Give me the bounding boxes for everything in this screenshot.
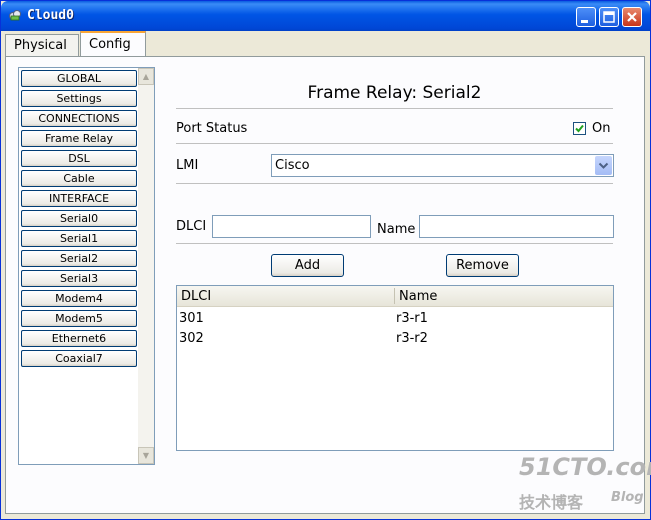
lmi-label: LMI (176, 158, 199, 173)
column-divider[interactable] (394, 288, 395, 304)
lmi-select[interactable]: Cisco (271, 154, 614, 177)
maximize-icon (603, 11, 615, 23)
sidebar-list: GLOBAL Settings CONNECTIONS Frame Relay … (18, 67, 155, 465)
sidebar-item-coaxial7[interactable]: Coaxial7 (21, 350, 137, 367)
divider (176, 243, 613, 244)
sidebar-item-dsl[interactable]: DSL (21, 150, 137, 167)
sidebar-item-serial1[interactable]: Serial1 (21, 230, 137, 247)
dlci-input[interactable] (212, 215, 371, 238)
minimize-button[interactable] (576, 7, 596, 27)
watermark-tagline: 技术博客 (519, 493, 584, 512)
sidebar-scrollbar[interactable]: ▲ ▼ (138, 68, 154, 464)
table-cell-name: r3-r1 (396, 311, 428, 326)
cloud-device-icon (9, 10, 21, 21)
page-title: Frame Relay: Serial2 (307, 83, 482, 103)
dlci-label: DLCI (176, 219, 207, 234)
sidebar-item-serial3[interactable]: Serial3 (21, 270, 137, 287)
checkmark-icon (575, 124, 584, 133)
sidebar-item-modem4[interactable]: Modem4 (21, 290, 137, 307)
remove-button[interactable]: Remove (446, 254, 519, 277)
column-header-dlci[interactable]: DLCI (181, 289, 211, 304)
app-window: Cloud0 Physical Config GLOBAL Settings C… (0, 0, 651, 520)
sidebar-item-global[interactable]: GLOBAL (21, 70, 137, 87)
close-button[interactable] (622, 7, 642, 27)
close-icon (627, 12, 637, 22)
column-header-name[interactable]: Name (399, 289, 437, 304)
divider (176, 143, 613, 144)
sidebar-item-ethernet6[interactable]: Ethernet6 (21, 330, 137, 347)
dlci-table: DLCI Name 301 r3-r1 302 r3-r2 (176, 285, 614, 451)
title-bar[interactable]: Cloud0 (1, 1, 650, 31)
watermark-blog: Blog (611, 490, 644, 505)
name-input[interactable] (419, 215, 614, 238)
divider (176, 108, 613, 109)
sidebar-item-cable[interactable]: Cable (21, 170, 137, 187)
sidebar-item-connections[interactable]: CONNECTIONS (21, 110, 137, 127)
sidebar-item-serial2[interactable]: Serial2 (21, 250, 137, 267)
sidebar-item-modem5[interactable]: Modem5 (21, 310, 137, 327)
sidebar-item-settings[interactable]: Settings (21, 90, 137, 107)
sidebar-item-frame-relay[interactable]: Frame Relay (21, 130, 137, 147)
scroll-down-icon[interactable]: ▼ (138, 447, 154, 464)
chevron-down-icon[interactable] (595, 156, 612, 175)
lmi-selected-value: Cisco (275, 158, 310, 173)
table-cell-dlci: 301 (179, 311, 204, 326)
port-status-label: Port Status (176, 121, 248, 136)
table-header: DLCI Name (177, 286, 613, 307)
port-status-checkbox[interactable] (573, 122, 586, 135)
tab-config[interactable]: Config (80, 31, 146, 57)
port-status-on-label: On (592, 121, 611, 136)
maximize-button[interactable] (599, 7, 619, 27)
table-cell-name: r3-r2 (396, 331, 428, 346)
add-button[interactable]: Add (271, 254, 344, 277)
scroll-up-icon[interactable]: ▲ (138, 68, 154, 85)
name-label: Name (377, 222, 416, 237)
sidebar-item-interface[interactable]: INTERFACE (21, 190, 137, 207)
minimize-icon (581, 20, 588, 23)
divider (176, 183, 613, 184)
watermark-site: 51CTO.com (519, 453, 651, 481)
sidebar-item-serial0[interactable]: Serial0 (21, 210, 137, 227)
table-cell-dlci: 302 (179, 331, 204, 346)
tab-physical[interactable]: Physical (5, 34, 79, 56)
window-title: Cloud0 (27, 8, 74, 23)
